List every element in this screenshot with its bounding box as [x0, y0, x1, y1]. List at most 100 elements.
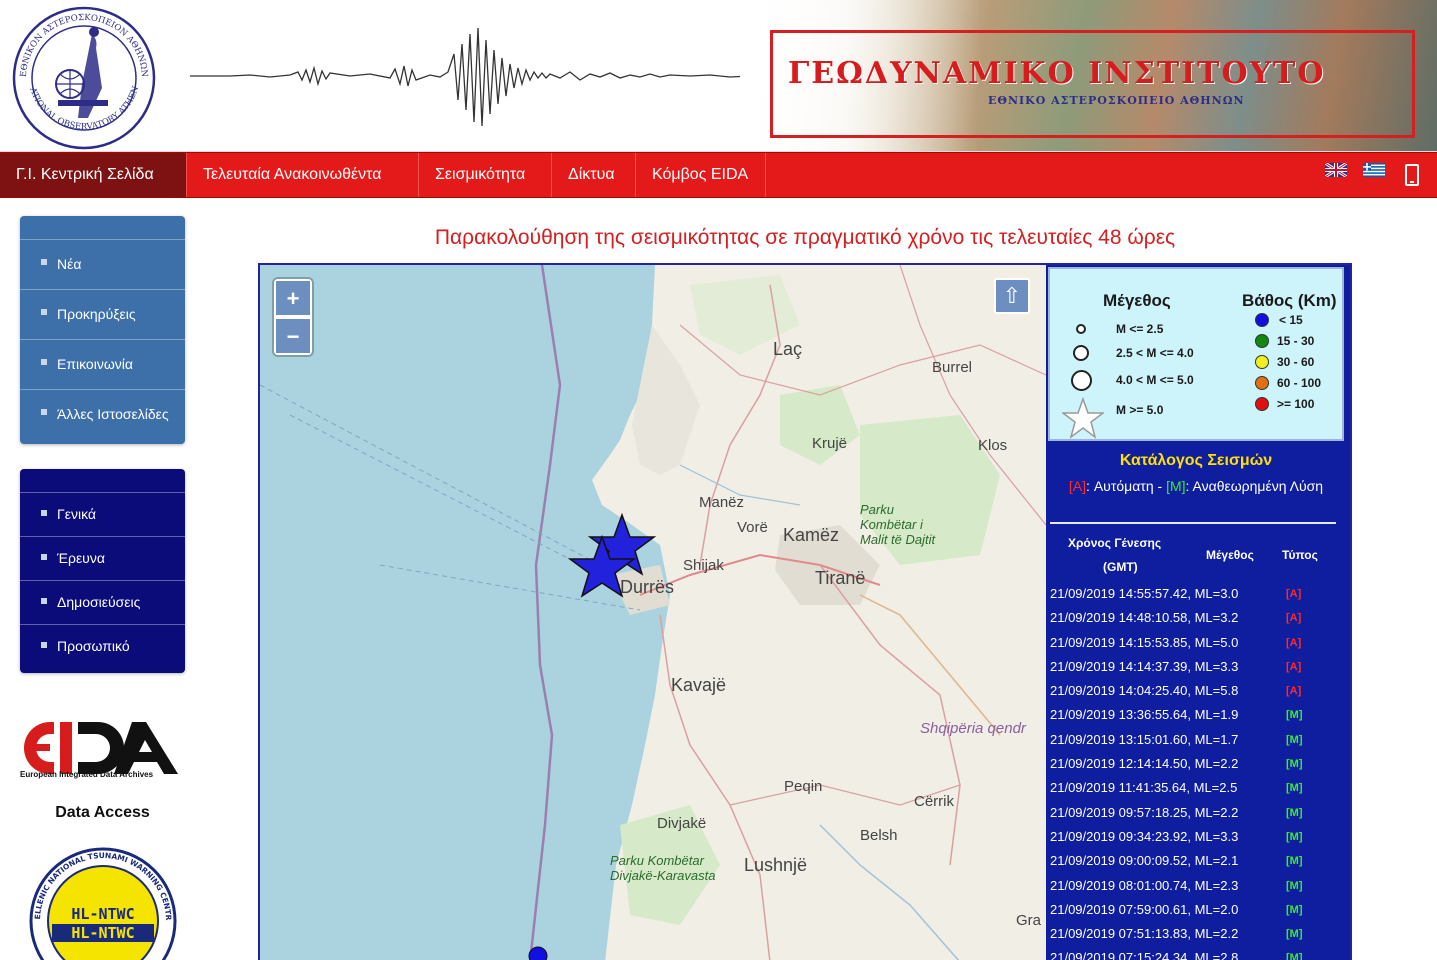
- event-link[interactable]: 21/09/2019 12:14:14.50, ML=2.2: [1050, 756, 1238, 771]
- map-label-shijak: Shijak: [683, 557, 724, 574]
- sidebar-item-contact[interactable]: Επικοινωνία: [20, 340, 185, 390]
- ntwc-logo[interactable]: HELLENIC NATIONAL TSUNAMI WARNING CENTRE…: [28, 846, 178, 960]
- column-header-type: Τύπος: [1282, 548, 1318, 562]
- event-type-badge: [M]: [1286, 952, 1303, 960]
- event-link[interactable]: 21/09/2019 14:48:10.58, ML=3.2: [1050, 610, 1238, 625]
- catalog-row[interactable]: 21/09/2019 13:15:01.60, ML=1.7 [M]: [1048, 727, 1344, 751]
- catalog-row[interactable]: 21/09/2019 13:36:55.64, ML=1.9 [M]: [1048, 702, 1344, 726]
- map-label-tirane: Tiranë: [815, 568, 866, 588]
- sidebar-item-label: Γενικά: [57, 506, 96, 522]
- catalog-row[interactable]: 21/09/2019 09:00:09.52, ML=2.1 [M]: [1048, 848, 1344, 872]
- magnitude-medium-circle-icon: [1073, 345, 1089, 361]
- nav-seismicity[interactable]: Σεισμικότητα: [419, 153, 552, 197]
- catalog-title: Κατάλογος Σεισμών: [1119, 452, 1273, 469]
- nav-networks[interactable]: Δίκτυα: [552, 153, 636, 197]
- event-link[interactable]: 21/09/2019 09:57:18.25, ML=2.2: [1050, 805, 1238, 820]
- catalog-row[interactable]: 21/09/2019 09:34:23.92, ML=3.3 [M]: [1048, 824, 1344, 848]
- event-link[interactable]: 21/09/2019 07:59:00.61, ML=2.0: [1050, 902, 1238, 917]
- event-link[interactable]: 21/09/2019 08:01:00.74, ML=2.3: [1050, 878, 1238, 893]
- magnitude-large-circle-icon: [1071, 370, 1092, 391]
- legend-magnitude-4: M >= 5.0: [1116, 403, 1164, 417]
- uk-flag-icon[interactable]: [1325, 163, 1347, 177]
- sidebar-item-label: Προσωπικό: [57, 638, 130, 654]
- map-label-lushnje: Lushnjë: [744, 855, 808, 875]
- event-type-badge: [M]: [1286, 758, 1303, 771]
- bullet-icon: [41, 598, 47, 604]
- map-label-peqin: Peqin: [784, 778, 823, 795]
- catalog-row[interactable]: 21/09/2019 14:55:57.42, ML=3.0 [A]: [1048, 581, 1344, 605]
- event-link[interactable]: 21/09/2019 07:51:13.83, ML=2.2: [1050, 926, 1238, 941]
- sidebar-item-general[interactable]: Γενικά: [20, 493, 185, 537]
- sidebar-item-label: Επικοινωνία: [57, 356, 133, 372]
- event-link[interactable]: 21/09/2019 09:00:09.52, ML=2.1: [1050, 853, 1238, 868]
- legend-magnitude-title: Μέγεθος: [1103, 291, 1171, 310]
- sidebar-item-label: Άλλες Ιστοσελίδες: [57, 406, 169, 422]
- depth-dot-yellow-icon: [1255, 355, 1269, 369]
- catalog-divider: [1050, 522, 1336, 524]
- map-label-kamez: Kamëz: [783, 525, 840, 545]
- catalog-row[interactable]: 21/09/2019 14:48:10.58, ML=3.2 [A]: [1048, 605, 1344, 629]
- catalog-row[interactable]: 21/09/2019 09:57:18.25, ML=2.2 [M]: [1048, 800, 1344, 824]
- sidebar-item-personnel[interactable]: Προσωπικό: [20, 625, 185, 668]
- data-access-link[interactable]: Data Access: [20, 804, 185, 822]
- bullet-icon: [41, 642, 47, 648]
- zoom-out-button[interactable]: −: [274, 317, 312, 355]
- catalog-row[interactable]: 21/09/2019 07:15:24.34, ML=2.8 [M]: [1048, 945, 1344, 960]
- mobile-icon[interactable]: [1405, 164, 1419, 186]
- sidebar-menu-general: Γενικά Έρευνα Δημοσιεύσεις Προσωπικό: [20, 469, 185, 673]
- event-type-badge: [M]: [1286, 830, 1303, 843]
- legend-depth-1: < 15: [1279, 313, 1303, 327]
- legend-magnitude-3: 4.0 < M <= 5.0: [1116, 373, 1194, 387]
- catalog-list: 21/09/2019 14:55:57.42, ML=3.0 [A] 21/09/2…: [1048, 581, 1344, 960]
- event-link[interactable]: 21/09/2019 14:15:53.85, ML=5.0: [1050, 635, 1238, 650]
- sidebar-item-research[interactable]: Έρευνα: [20, 537, 185, 581]
- sidebar-item-publications[interactable]: Δημοσιεύσεις: [20, 581, 185, 625]
- nav-eida-node[interactable]: Κόμβος EIDA: [636, 153, 766, 197]
- legend-magnitude-1: M <= 2.5: [1116, 322, 1164, 336]
- catalog-row[interactable]: 21/09/2019 11:41:35.64, ML=2.5 [M]: [1048, 775, 1344, 799]
- catalog-row[interactable]: 21/09/2019 14:15:53.85, ML=5.0 [A]: [1048, 630, 1344, 654]
- event-link[interactable]: 21/09/2019 13:15:01.60, ML=1.7: [1050, 732, 1238, 747]
- event-link[interactable]: 21/09/2019 14:14:37.39, ML=3.3: [1050, 659, 1238, 674]
- sidebar-top-strip: [20, 216, 185, 240]
- sidebar-item-label: Δημοσιεύσεις: [57, 594, 141, 610]
- event-link[interactable]: 21/09/2019 09:34:23.92, ML=3.3: [1050, 829, 1238, 844]
- map-label-burrel: Burrel: [932, 359, 973, 376]
- event-link[interactable]: 21/09/2019 14:04:25.40, ML=5.8: [1050, 683, 1238, 698]
- map-label-gra: Gra: [1016, 912, 1042, 929]
- nav-home[interactable]: Γ.Ι. Κεντρική Σελίδα: [0, 153, 187, 197]
- zoom-control: + −: [274, 279, 312, 355]
- catalog-row[interactable]: 21/09/2019 07:59:00.61, ML=2.0 [M]: [1048, 897, 1344, 921]
- zoom-in-button[interactable]: +: [274, 279, 312, 317]
- sidebar-item-announcements[interactable]: Προκηρύξεις: [20, 290, 185, 340]
- sidebar-item-news[interactable]: Νέα: [20, 240, 185, 290]
- map-label-manez: Manëz: [699, 494, 745, 511]
- depth-dot-red-icon: [1255, 397, 1269, 411]
- greek-flag-icon[interactable]: [1363, 163, 1385, 177]
- nav-latest-announcements[interactable]: Τελευταία Ανακοινωθέντα: [187, 153, 419, 197]
- catalog-row[interactable]: 21/09/2019 14:14:37.39, ML=3.3 [A]: [1048, 654, 1344, 678]
- column-header-time: Χρόνος Γένεσης: [1068, 536, 1162, 550]
- seismicity-map[interactable]: + − ⇧ Laç Burrel Krujë Klos Manëz Vorë K…: [260, 265, 1046, 960]
- ntwc-text-inverted: HL-NTWC: [71, 924, 134, 942]
- seismogram-graphic: [190, 27, 750, 127]
- catalog-row[interactable]: 21/09/2019 07:51:13.83, ML=2.2 [M]: [1048, 921, 1344, 945]
- event-link[interactable]: 21/09/2019 14:55:57.42, ML=3.0: [1050, 586, 1238, 601]
- sidebar-item-other-sites[interactable]: Άλλες Ιστοσελίδες: [20, 390, 185, 439]
- observatory-seal-logo[interactable]: ΕΘΝΙΚΟΝ ΑΣΤΕΡΟΣΚΟΠΕΙΟΝ ΑΘΗΝΩΝ NATIONAL O…: [8, 4, 160, 152]
- event-type-badge: [M]: [1286, 709, 1303, 722]
- catalog-row[interactable]: 21/09/2019 08:01:00.74, ML=2.3 [M]: [1048, 873, 1344, 897]
- catalog-row[interactable]: 21/09/2019 12:14:14.50, ML=2.2 [M]: [1048, 751, 1344, 775]
- event-link[interactable]: 21/09/2019 07:15:24.34, ML=2.8: [1050, 950, 1238, 960]
- home-view-button[interactable]: ⇧: [994, 278, 1030, 314]
- map-label-belsh: Belsh: [860, 827, 898, 844]
- magnitude-star-icon: [1062, 397, 1104, 439]
- event-link[interactable]: 21/09/2019 13:36:55.64, ML=1.9: [1050, 707, 1238, 722]
- legend-depth-title: Βάθος (Km): [1242, 291, 1337, 310]
- map-label-durres: Durrës: [620, 577, 675, 597]
- catalog-row[interactable]: 21/09/2019 14:04:25.40, ML=5.8 [A]: [1048, 678, 1344, 702]
- event-type-badge: [M]: [1286, 806, 1303, 819]
- event-link[interactable]: 21/09/2019 11:41:35.64, ML=2.5: [1050, 780, 1237, 795]
- bullet-icon: [41, 554, 47, 560]
- event-type-badge: [M]: [1286, 879, 1303, 892]
